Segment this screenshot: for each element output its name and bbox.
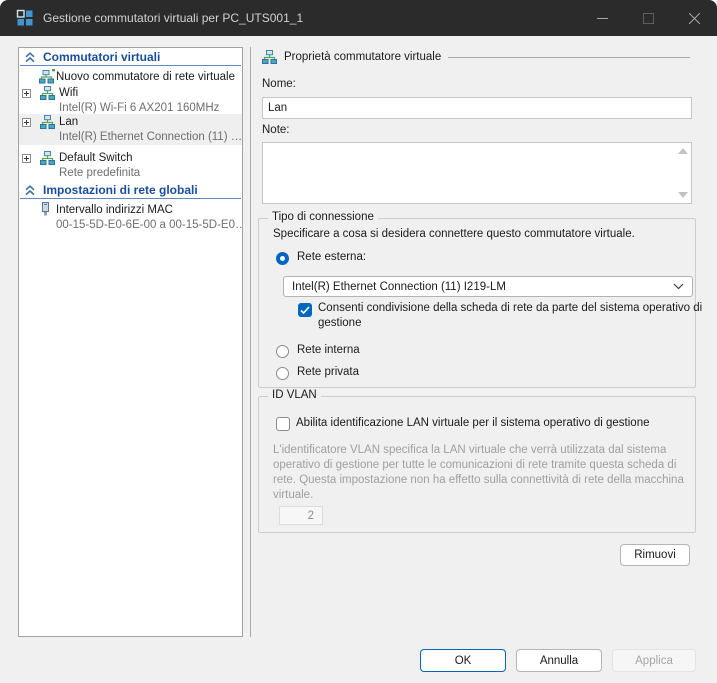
notes-input[interactable] [262, 142, 692, 204]
name-label: Nome: [262, 78, 296, 90]
tree-item-subtitle: Intel(R) Ethernet Connection (11) … [59, 131, 242, 143]
maximize-icon [643, 13, 654, 24]
tree-item-subtitle: Intel(R) Wi-Fi 6 AX201 160MHz [59, 102, 219, 114]
tree-item-subtitle: Rete predefinita [59, 167, 140, 179]
header-rule [448, 57, 690, 58]
expand-plus-icon[interactable] [22, 118, 31, 127]
external-network-radio[interactable] [276, 252, 289, 265]
vlan-group: ID VLAN Abilita identificazione LAN virt… [258, 396, 696, 533]
chevron-down-icon [673, 283, 684, 290]
section-global-settings[interactable]: Impostazioni di rete globali [43, 183, 198, 197]
vlan-group-label: ID VLAN [268, 389, 321, 401]
scroll-up-icon[interactable] [678, 148, 688, 154]
close-icon [689, 13, 700, 24]
expand-plus-icon[interactable] [22, 89, 31, 98]
expand-plus-icon[interactable] [22, 154, 31, 163]
collapse-chevrons-icon[interactable] [24, 185, 36, 196]
notes-field-wrap [262, 142, 692, 204]
adapter-dropdown-value: Intel(R) Ethernet Connection (11) I219-L… [292, 281, 506, 293]
properties-header-label: Proprietà commutatore virtuale [284, 51, 441, 63]
virtual-switch-icon [40, 86, 55, 100]
checkmark-icon [300, 306, 310, 315]
hyperv-switch-app-icon [16, 9, 34, 27]
adapter-dropdown[interactable]: Intel(R) Ethernet Connection (11) I219-L… [283, 276, 693, 297]
maximize-button[interactable] [625, 0, 671, 36]
connection-description: Specificare a cosa si desidera connetter… [273, 228, 635, 240]
name-input[interactable] [262, 97, 692, 119]
internal-network-label[interactable]: Rete interna [297, 344, 360, 356]
enable-vlan-label[interactable]: Abilita identificazione LAN virtuale per… [296, 417, 650, 429]
virtual-switch-icon [40, 115, 55, 129]
tree-item-label: Lan [59, 116, 78, 128]
tree-item-label: Default Switch [59, 152, 133, 164]
connection-type-group-label: Tipo di connessione [268, 211, 378, 223]
private-network-label[interactable]: Rete privata [297, 366, 359, 378]
scroll-down-icon[interactable] [678, 192, 688, 198]
external-network-label[interactable]: Rete esterna: [297, 251, 366, 263]
switch-tree-panel: Commutatori virtuali Nuovo commutatore d… [18, 47, 243, 637]
tree-item-subtitle: 00-15-5D-E0-6E-00 a 00-15-5D-E0… [56, 219, 243, 231]
tree-item-label: Wifi [59, 87, 78, 99]
tree-item-label: Intervallo indirizzi MAC [56, 204, 173, 216]
dialog-content: Commutatori virtuali Nuovo commutatore d… [0, 36, 717, 683]
remove-button[interactable]: Rimuovi [620, 544, 690, 566]
virtual-switch-manager-window: Gestione commutatori virtuali per PC_UTS… [0, 0, 717, 683]
network-adapter-icon [41, 202, 50, 216]
minimize-button[interactable] [579, 0, 625, 36]
section-divider [20, 198, 241, 199]
cancel-button[interactable]: Annulla [516, 649, 602, 672]
title-bar: Gestione commutatori virtuali per PC_UTS… [0, 0, 717, 36]
new-switch-icon [39, 69, 55, 84]
panel-splitter [250, 47, 251, 637]
minimize-icon [597, 13, 608, 24]
section-virtual-switches[interactable]: Commutatori virtuali [43, 50, 160, 64]
apply-button[interactable]: Applica [612, 649, 696, 672]
properties-header: Proprietà commutatore virtuale [262, 50, 690, 64]
section-divider [20, 65, 241, 66]
share-adapter-checkbox[interactable] [298, 303, 312, 317]
private-network-radio[interactable] [276, 367, 289, 380]
virtual-switch-icon [40, 151, 55, 165]
share-adapter-label[interactable]: Consenti condivisione della scheda di re… [318, 301, 714, 331]
collapse-chevrons-icon[interactable] [24, 52, 36, 63]
enable-vlan-checkbox[interactable] [276, 417, 290, 431]
tree-item-label: Nuovo commutatore di rete virtuale [56, 71, 235, 83]
vlan-description: L'identificatore VLAN specifica la LAN v… [273, 443, 693, 503]
connection-type-group: Tipo di connessione Specificare a cosa s… [258, 218, 696, 388]
notes-label: Note: [262, 124, 290, 136]
close-button[interactable] [671, 0, 717, 36]
ok-button[interactable]: OK [420, 649, 506, 672]
internal-network-radio[interactable] [276, 345, 289, 358]
vlan-id-input[interactable] [279, 506, 323, 525]
window-title: Gestione commutatori virtuali per PC_UTS… [43, 11, 303, 25]
virtual-switch-icon [262, 50, 277, 64]
